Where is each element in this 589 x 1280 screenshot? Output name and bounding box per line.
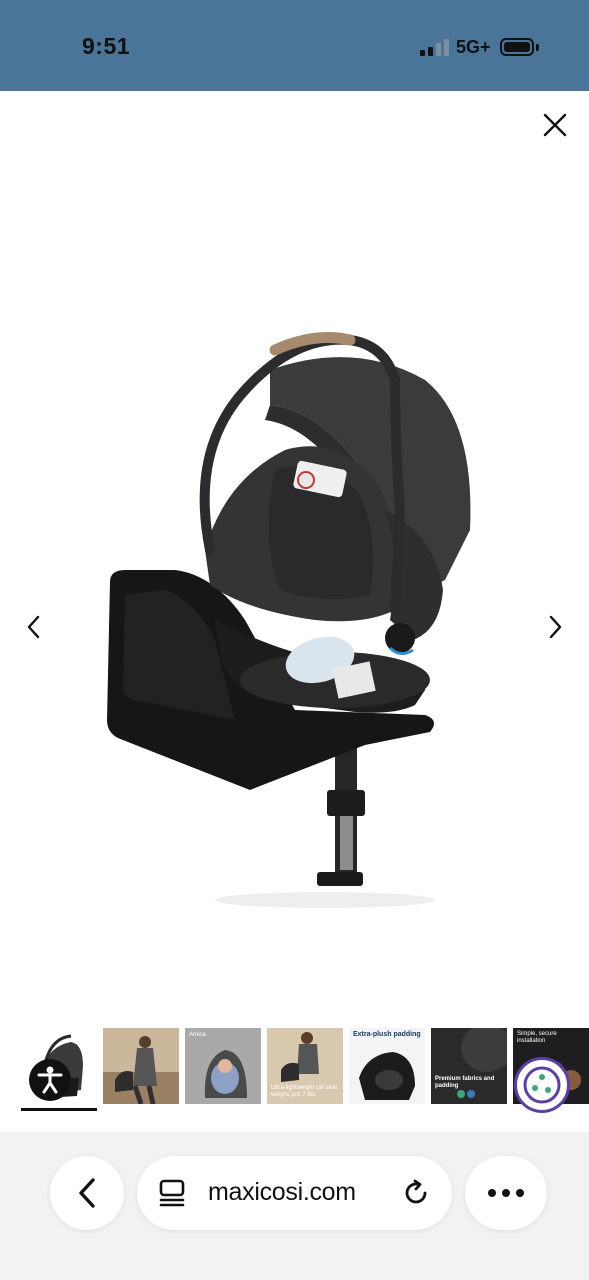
thumbnail-5-image (359, 1052, 415, 1100)
more-options-button[interactable] (465, 1156, 547, 1230)
browser-back-button[interactable] (50, 1156, 124, 1230)
chevron-right-icon (549, 615, 562, 639)
previous-image-button[interactable] (22, 612, 46, 642)
thumbnail-strip: Amica Ultra-lightweight car seat weighs … (21, 1028, 589, 1118)
thumbnail-5[interactable]: Extra-plush padding (349, 1028, 425, 1104)
chevron-left-icon (79, 1178, 95, 1208)
close-button[interactable] (540, 110, 570, 140)
product-image[interactable] (95, 320, 485, 910)
status-bar: 9:51 5G+ (0, 0, 589, 91)
thumbnail-3[interactable]: Amica (185, 1028, 261, 1104)
reload-icon[interactable] (401, 1177, 433, 1209)
thumbnail-3-caption: Amica (189, 1032, 206, 1038)
tabs-icon (159, 1179, 185, 1207)
cookie-settings-button[interactable] (514, 1057, 570, 1113)
page: 9:51 5G+ Amica Ultra-lightweight car sea… (0, 0, 589, 1280)
cookie-icon (523, 1066, 561, 1104)
thumbnail-6-image (431, 1028, 507, 1104)
more-horizontal-icon (488, 1189, 524, 1197)
thumbnail-5-caption: Extra-plush padding (353, 1031, 421, 1038)
car-seat-image (107, 332, 471, 908)
chevron-left-icon (27, 615, 40, 639)
thumbnail-6-caption: Premium fabrics and padding (435, 1076, 495, 1089)
thumbnail-2[interactable] (103, 1028, 179, 1104)
close-icon (543, 113, 567, 137)
battery-cap (536, 44, 539, 51)
active-thumbnail-indicator (21, 1108, 97, 1111)
next-image-button[interactable] (543, 612, 567, 642)
thumbnail-4[interactable]: Ultra-lightweight car seat weighs just 7… (267, 1028, 343, 1104)
thumbnail-7-caption: Simple, secure installation (517, 1031, 557, 1044)
accessibility-button[interactable] (29, 1059, 71, 1101)
thumbnail-3-image (185, 1028, 261, 1104)
thumbnail-6[interactable]: Premium fabrics and padding (431, 1028, 507, 1104)
battery-icon (500, 38, 534, 56)
thumbnail-4-caption: Ultra-lightweight car seat weighs just 7… (271, 1085, 338, 1098)
signal-strength-icon (420, 38, 450, 56)
address-bar-url[interactable]: maxicosi.com (208, 1178, 356, 1207)
accessibility-icon (37, 1066, 63, 1094)
thumbnail-2-image (103, 1028, 179, 1104)
network-type: 5G+ (456, 37, 491, 57)
status-time: 9:51 (82, 33, 131, 59)
